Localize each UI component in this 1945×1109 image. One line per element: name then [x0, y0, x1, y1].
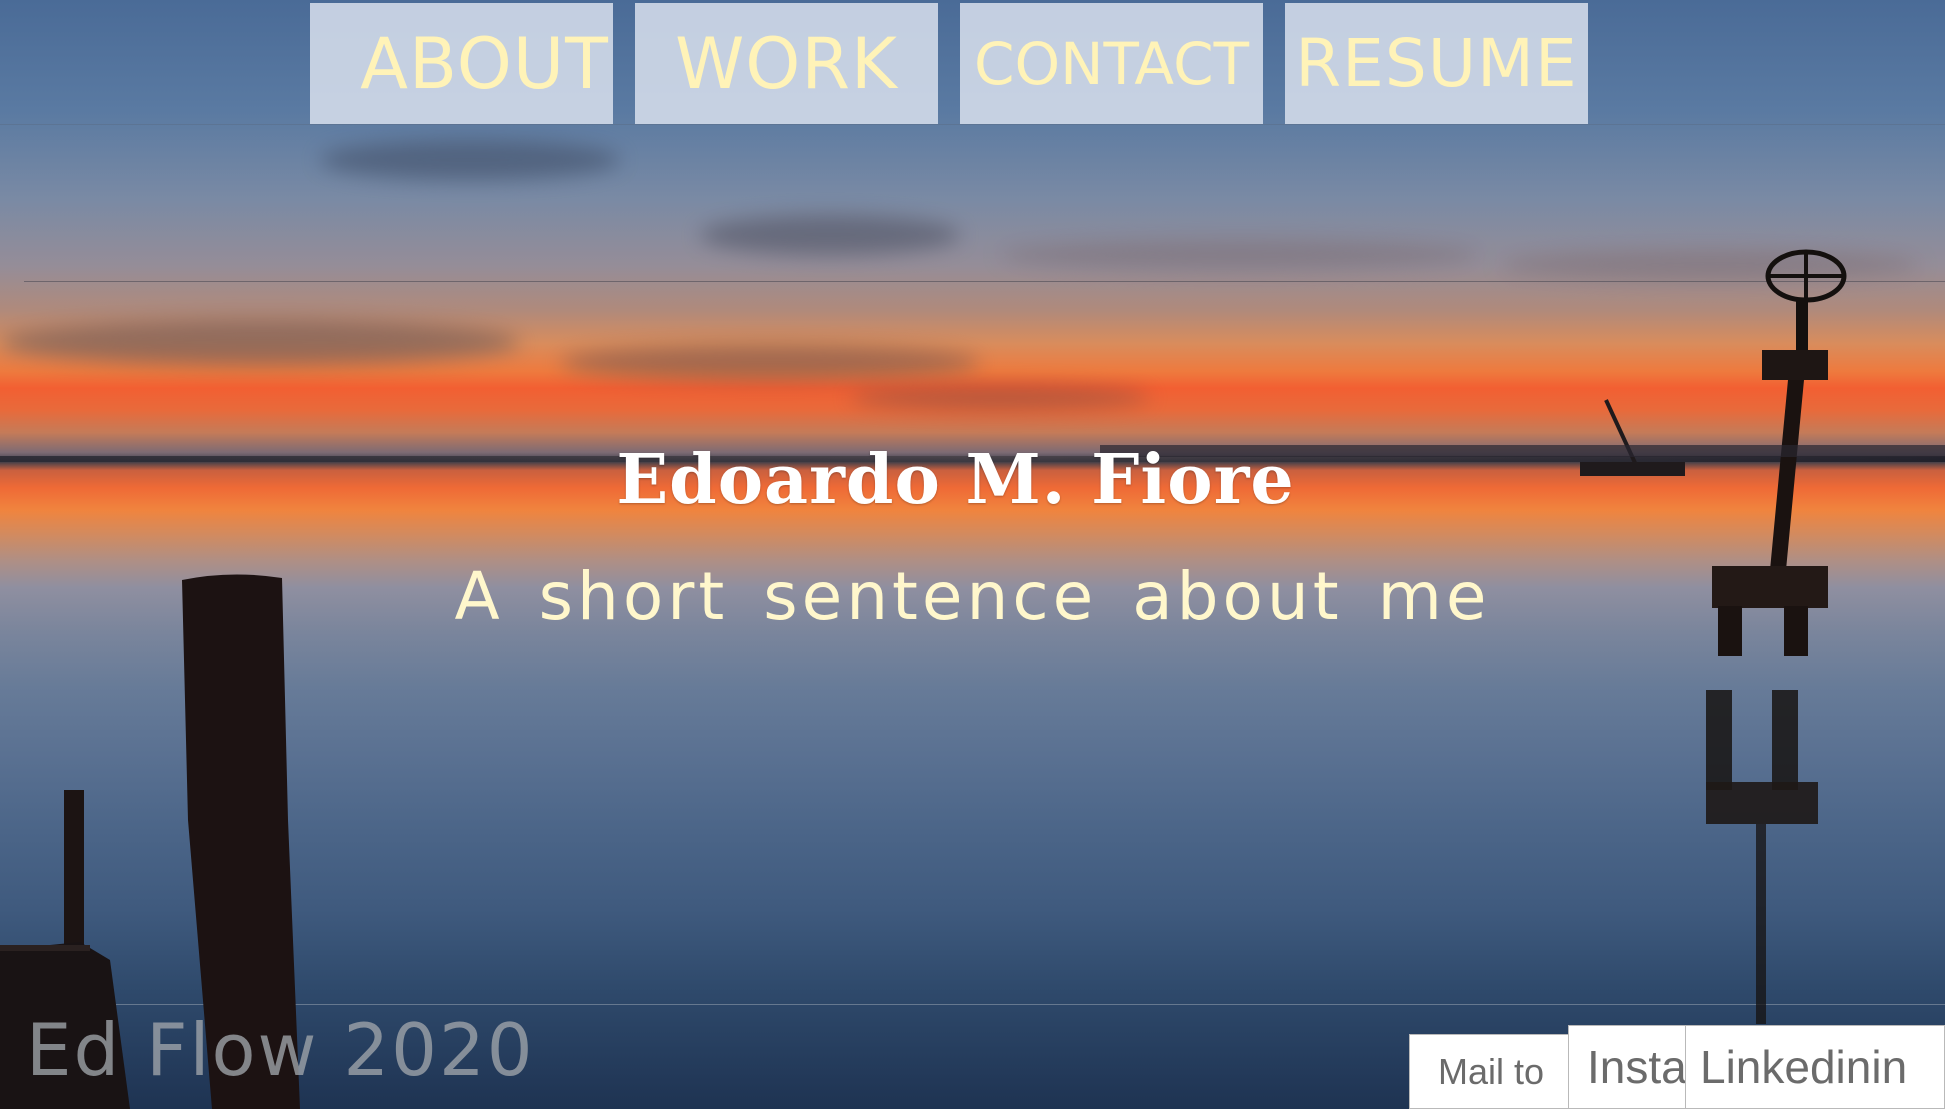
nav-work-button[interactable]: WORK — [635, 3, 938, 124]
nav-contact-button[interactable]: CONTACT — [960, 3, 1263, 124]
hero-name: Edoardo M. Fiore — [616, 440, 1295, 520]
nav-about-button[interactable]: ABOUT — [310, 3, 613, 124]
nav-contact-label: CONTACT — [973, 29, 1250, 98]
nav-resume-label: RESUME — [1295, 24, 1578, 102]
nav-resume-button[interactable]: RESUME — [1285, 3, 1588, 124]
marker-reflection — [1706, 690, 1732, 790]
linkedin-link-label: Linkedinin — [1700, 1041, 1908, 1093]
silhouettes — [0, 249, 1945, 1109]
linkedin-link[interactable]: Linkedinin — [1685, 1025, 1945, 1109]
mail-link[interactable]: Mail to — [1409, 1034, 1569, 1109]
marker-reflection — [1772, 690, 1798, 790]
hero-tagline: A short sentence about me — [454, 558, 1491, 635]
instagram-link[interactable]: Insta — [1568, 1025, 1686, 1109]
marker-reflection — [1756, 824, 1766, 1024]
nav-work-label: WORK — [675, 22, 898, 105]
marker-sign — [1762, 350, 1828, 380]
instagram-link-label: Insta — [1587, 1041, 1686, 1093]
copyright-text: Ed Flow 2020 — [26, 1008, 535, 1092]
dock-rail — [0, 945, 90, 951]
nav-about-label: ABOUT — [360, 22, 609, 105]
marker-reflection — [1706, 782, 1818, 824]
mail-link-label: Mail to — [1438, 1050, 1545, 1092]
background-photo — [0, 0, 1945, 1109]
